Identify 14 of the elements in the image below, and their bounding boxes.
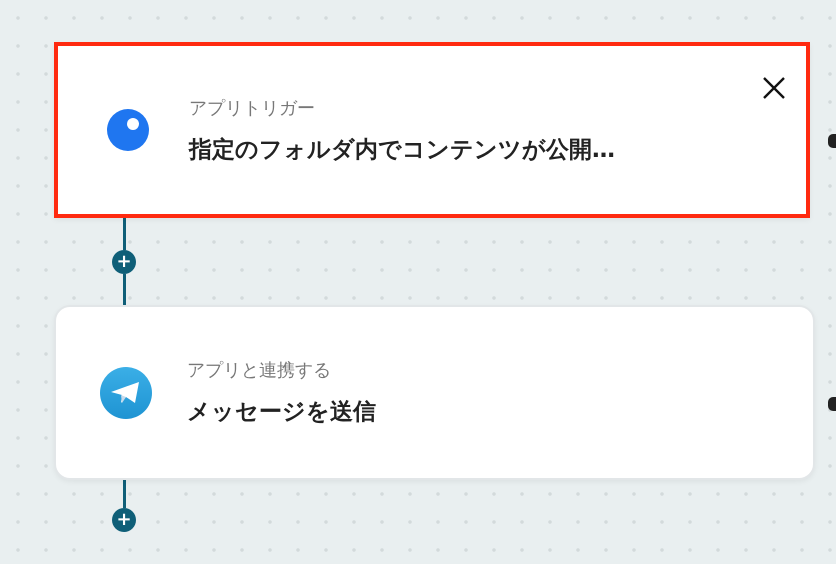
dot-icon: [106, 108, 150, 152]
step-card[interactable]: アプリと連携する メッセージを送信: [54, 305, 815, 480]
add-step-button[interactable]: +: [112, 508, 136, 532]
step-card[interactable]: アプリトリガー 指定のフォルダ内でコンテンツが公開…: [54, 42, 810, 218]
paper-plane-icon: [100, 366, 152, 418]
step-title: メッセージを送信: [187, 398, 376, 427]
step-label: アプリトリガー: [189, 96, 315, 120]
close-button[interactable]: [762, 76, 786, 100]
close-icon: [762, 76, 786, 100]
step-label: アプリと連携する: [187, 359, 331, 382]
step-title: 指定のフォルダ内でコンテンツが公開…: [189, 136, 615, 164]
add-step-button[interactable]: +: [112, 250, 136, 274]
handle-icon[interactable]: [828, 397, 836, 411]
handle-icon[interactable]: [828, 134, 836, 148]
